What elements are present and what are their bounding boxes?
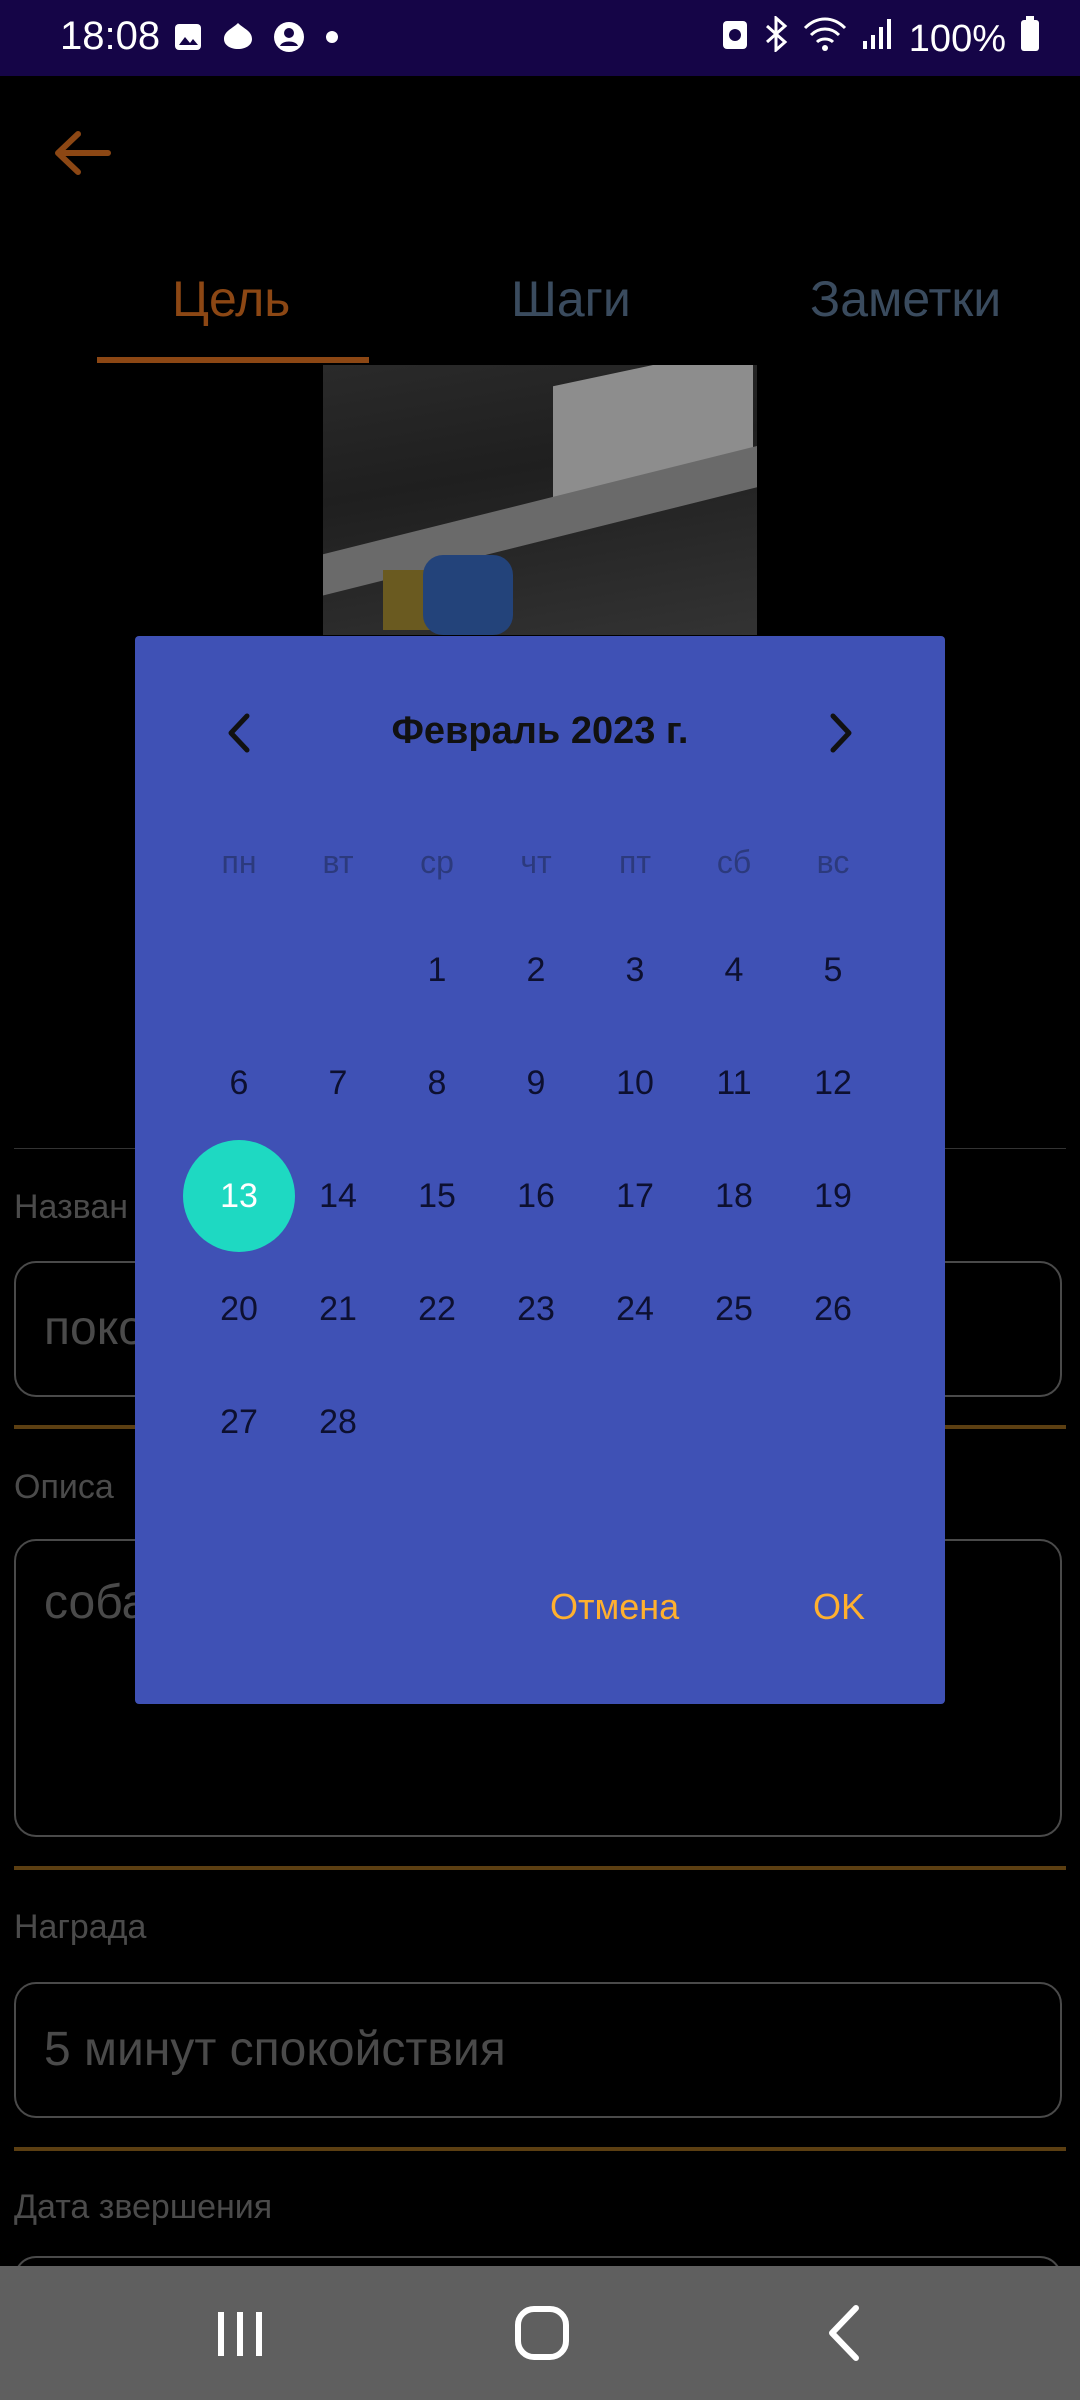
calendar-day[interactable]: 27 bbox=[183, 1366, 295, 1478]
home-icon bbox=[515, 2306, 569, 2360]
weekday-label: ср bbox=[420, 844, 454, 880]
name-value: поко bbox=[44, 1302, 145, 1355]
signal-icon bbox=[861, 17, 895, 61]
calendar-day[interactable]: 15 bbox=[381, 1140, 493, 1252]
weekday-label: вт bbox=[322, 844, 354, 880]
status-bar: 18:08 100% bbox=[0, 0, 1080, 76]
date-label: Дата звершения bbox=[14, 2188, 273, 2226]
recents-icon bbox=[218, 2312, 262, 2356]
date-picker-dialog: Февраль 2023 г. пн вт ср чт пт сб вс 123… bbox=[135, 636, 945, 1704]
name-label: Назван bbox=[14, 1188, 129, 1226]
calendar-day[interactable]: 1 bbox=[381, 914, 493, 1026]
wifi-icon bbox=[803, 16, 847, 62]
calendar-day[interactable]: 11 bbox=[678, 1027, 790, 1139]
status-time: 18:08 bbox=[60, 14, 161, 58]
tab-steps[interactable]: Шаги bbox=[511, 270, 631, 328]
selected-day[interactable]: 13 bbox=[183, 1140, 295, 1252]
home-button[interactable] bbox=[513, 2304, 571, 2367]
calendar-day[interactable]: 25 bbox=[678, 1253, 790, 1365]
calendar-day[interactable]: 8 bbox=[381, 1027, 493, 1139]
calendar-day[interactable]: 23 bbox=[480, 1253, 592, 1365]
divider bbox=[14, 2147, 1066, 2151]
calendar-day[interactable]: 5 bbox=[777, 914, 889, 1026]
calendar-day[interactable]: 16 bbox=[480, 1140, 592, 1252]
next-month-button[interactable] bbox=[821, 708, 861, 758]
calendar-day[interactable]: 9 bbox=[480, 1027, 592, 1139]
calendar-day[interactable]: 17 bbox=[579, 1140, 691, 1252]
description-label: Описа bbox=[14, 1468, 114, 1506]
account-icon bbox=[272, 20, 306, 59]
calendar-day[interactable]: 19 bbox=[777, 1140, 889, 1252]
chevron-right-icon bbox=[830, 713, 852, 753]
calendar-day[interactable]: 6 bbox=[183, 1027, 295, 1139]
weekday-label: пн bbox=[221, 844, 257, 880]
back-button[interactable] bbox=[52, 128, 112, 178]
back-icon bbox=[829, 2305, 859, 2361]
reward-label: Награда bbox=[14, 1908, 147, 1946]
tab-bar: Цель Шаги Заметки bbox=[0, 250, 1080, 370]
calendar-day[interactable]: 3 bbox=[579, 914, 691, 1026]
bluetooth-icon bbox=[763, 14, 789, 62]
calendar-day[interactable]: 12 bbox=[777, 1027, 889, 1139]
reward-value: 5 минут спокойствия bbox=[44, 2023, 506, 2076]
arrow-left-icon bbox=[55, 131, 111, 175]
ok-button[interactable]: OK bbox=[813, 1586, 865, 1628]
image-icon bbox=[172, 21, 204, 58]
battery-percent: 100% bbox=[908, 17, 1006, 60]
calendar-day[interactable]: 10 bbox=[579, 1027, 691, 1139]
calendar-day[interactable]: 21 bbox=[282, 1253, 394, 1365]
calendar-day[interactable]: 18 bbox=[678, 1140, 790, 1252]
calendar-day[interactable]: 22 bbox=[381, 1253, 493, 1365]
goal-photo[interactable] bbox=[323, 365, 757, 635]
calendar-day[interactable]: 28 bbox=[282, 1366, 394, 1478]
calendar-day[interactable]: 7 bbox=[282, 1027, 394, 1139]
reward-field[interactable]: 5 минут спокойствия bbox=[14, 1982, 1062, 2118]
calendar-day[interactable]: 4 bbox=[678, 914, 790, 1026]
dot-icon bbox=[322, 27, 342, 52]
calendar-day[interactable]: 20 bbox=[183, 1253, 295, 1365]
recents-button[interactable] bbox=[210, 2306, 270, 2367]
tab-notes[interactable]: Заметки bbox=[810, 270, 1001, 328]
description-value: соба bbox=[44, 1576, 149, 1629]
calendar-day[interactable]: 24 bbox=[579, 1253, 691, 1365]
tab-goal[interactable]: Цель bbox=[172, 270, 290, 328]
weekday-label: вс bbox=[816, 844, 850, 880]
weekday-label: пт bbox=[619, 844, 651, 880]
battery-icon bbox=[1020, 16, 1040, 62]
weekday-label: чт bbox=[520, 844, 552, 880]
calendar-day[interactable]: 14 bbox=[282, 1140, 394, 1252]
weekday-label: сб bbox=[716, 844, 752, 880]
calendar-day[interactable]: 26 bbox=[777, 1253, 889, 1365]
system-back-button[interactable] bbox=[822, 2302, 866, 2369]
clipboard-icon bbox=[721, 17, 749, 61]
divider bbox=[14, 1866, 1066, 1870]
navigation-bar bbox=[0, 2266, 1080, 2400]
cancel-button[interactable]: Отмена bbox=[550, 1586, 679, 1628]
tab-indicator bbox=[97, 357, 369, 363]
leaf-icon bbox=[220, 21, 256, 58]
calendar-day[interactable]: 2 bbox=[480, 914, 592, 1026]
